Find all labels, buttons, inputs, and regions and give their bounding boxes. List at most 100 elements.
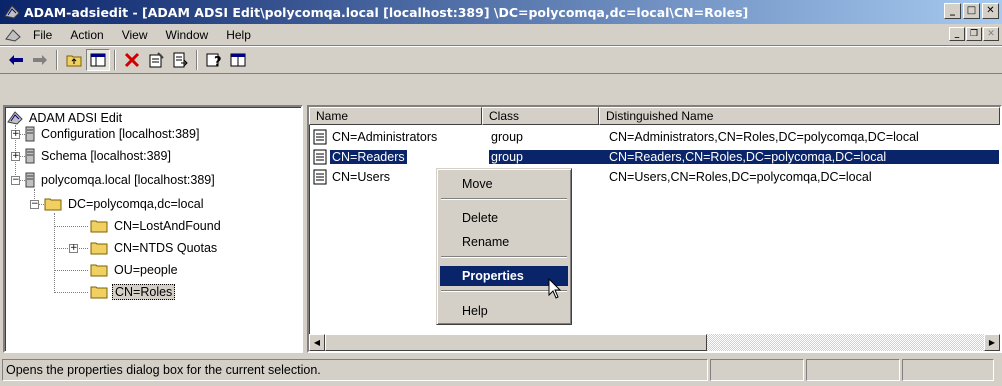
maximize-button[interactable]: □ [963,3,980,19]
show-hide-tree-button[interactable] [86,49,110,71]
tree-label: OU=people [114,263,178,277]
collapse-button[interactable]: − [11,176,20,185]
menu-item-move[interactable]: Move [440,174,568,194]
toolbar-separator [196,50,198,70]
menu-item-label: Help [462,304,488,318]
window-title: ADAM-adsiedit - [ADAM ADSI Edit\polycomq… [24,4,749,20]
folder-icon [90,220,108,233]
forward-button[interactable] [28,49,52,71]
folder-icon [44,198,62,211]
forward-arrow-icon [33,55,47,65]
row-dn: CN=Readers,CN=Roles,DC=polycomqa,DC=loca… [609,150,999,164]
maximize-icon: □ [966,5,977,16]
menu-item-delete[interactable]: Delete [440,208,568,228]
scroll-right-button[interactable]: ▶ [984,334,1000,351]
server-icon [25,172,35,188]
row-dn: CN=Users,CN=Roles,DC=polycomqa,DC=local [609,170,872,184]
tree-label: Schema [localhost:389] [41,149,171,163]
list-row[interactable]: CN=Administrators group CN=Administrator… [309,127,999,147]
menu-window[interactable]: Window [157,28,218,42]
child-restore-button[interactable]: ❐ [966,27,982,41]
help-question-icon: ? [206,53,222,68]
context-menu: Move Delete Rename Properties Help [436,168,572,325]
minimize-icon: _ [950,5,955,16]
up-level-button[interactable] [62,49,86,71]
tree-label: CN=NTDS Quotas [114,241,218,255]
server-icon [25,126,35,142]
console-menu-icon[interactable] [4,27,22,43]
tree-connector [54,213,55,293]
row-name: CN=Users [332,170,390,184]
row-dn: CN=Administrators,CN=Roles,DC=polycomqa,… [609,130,919,144]
scroll-thumb[interactable] [325,334,707,351]
toolbar-separator [56,50,58,70]
menu-item-label: Rename [462,235,510,249]
svg-text:?: ? [214,55,222,68]
title-bar: ADAM-adsiedit - [ADAM ADSI Edit\polycomq… [0,0,1002,24]
tree-node-roles[interactable]: CN=Roles [90,283,176,301]
row-class: group [489,150,611,164]
adsiedit-app-icon[interactable] [4,4,20,20]
row-class: group [491,130,523,144]
export-list-button[interactable] [168,49,192,71]
expand-button[interactable]: + [69,244,78,253]
menu-separator [441,256,567,258]
export-list-icon [173,52,188,68]
console-tree-icon [90,53,106,67]
list-row-selected[interactable]: CN=Readers group CN=Readers,CN=Roles,DC=… [309,147,999,167]
description-bar-button[interactable] [226,49,250,71]
menu-separator [441,198,567,200]
results-list-pane[interactable]: Name Class Distinguished Name CN=Adminis… [307,105,1002,353]
tree-node-schema[interactable]: Schema [localhost:389] [25,147,173,165]
row-name: CN=Readers [330,150,407,164]
close-button[interactable]: ✕ [982,3,999,19]
column-header-dn[interactable]: Distinguished Name [599,107,1000,125]
row-name: CN=Administrators [332,130,438,144]
scroll-left-button[interactable]: ◀ [309,334,325,351]
status-bar: Opens the properties dialog box for the … [0,357,1002,383]
tree-connector [54,270,88,271]
properties-button[interactable] [144,49,168,71]
tree-node-dc[interactable]: DC=polycomqa,dc=local [44,195,206,213]
expand-button[interactable]: + [11,152,20,161]
menu-item-rename[interactable]: Rename [440,232,568,252]
tree-label: ADAM ADSI Edit [29,111,123,125]
minimize-button[interactable]: _ [944,3,961,19]
server-icon [25,148,35,164]
tree-node-lostandfound[interactable]: CN=LostAndFound [90,217,223,235]
group-object-icon [313,149,327,165]
child-close-button[interactable]: ✕ [983,27,999,41]
child-window-controls: _ ❐ ✕ [949,27,999,41]
tree-label: polycomqa.local [localhost:389] [41,173,215,187]
delete-x-icon [124,52,140,68]
tree-node-configuration[interactable]: Configuration [localhost:389] [25,125,201,143]
list-row[interactable]: CN=Users group CN=Users,CN=Roles,DC=poly… [309,167,999,187]
column-header-class[interactable]: Class [482,107,599,125]
console-tree-pane[interactable]: ADAM ADSI Edit + Configuration [localhos… [3,105,303,353]
tree-label: DC=polycomqa,dc=local [68,197,204,211]
window-pane-icon [230,53,246,67]
toolbar-separator [114,50,116,70]
horizontal-scrollbar[interactable]: ◀ ▶ [309,334,1000,351]
tree-node-polycomqa[interactable]: polycomqa.local [localhost:389] [25,171,217,189]
toolbar: ? [0,46,1002,74]
tree-node-people[interactable]: OU=people [90,261,180,279]
child-minimize-button[interactable]: _ [949,27,965,41]
menu-view[interactable]: View [113,28,157,42]
tree-node-ntds[interactable]: CN=NTDS Quotas [90,239,219,257]
menu-action[interactable]: Action [61,28,112,42]
group-object-icon [313,169,327,185]
delete-button[interactable] [120,49,144,71]
menu-file[interactable]: File [24,28,61,42]
menu-item-help[interactable]: Help [440,301,568,321]
collapse-button[interactable]: − [30,200,39,209]
column-header-name[interactable]: Name [309,107,482,125]
help-button[interactable]: ? [202,49,226,71]
menu-item-label: Properties [462,269,524,283]
expand-button[interactable]: + [11,130,20,139]
back-arrow-icon [9,55,23,65]
back-button[interactable] [4,49,28,71]
tree-label: Configuration [localhost:389] [41,127,200,141]
folder-icon [90,242,108,255]
menu-help[interactable]: Help [217,28,260,42]
